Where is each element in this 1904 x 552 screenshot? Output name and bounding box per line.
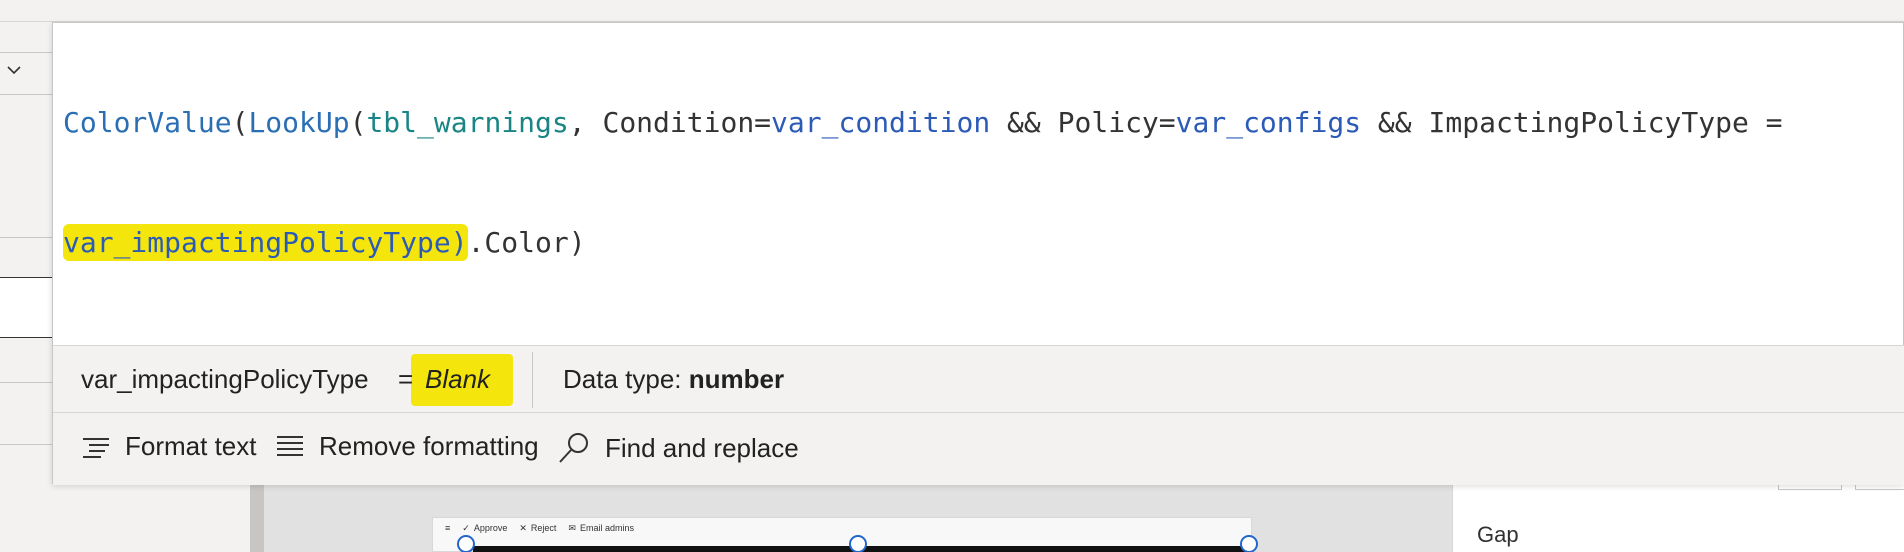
divider	[0, 277, 52, 278]
format-text-button[interactable]: Format text	[81, 431, 256, 462]
resize-handle[interactable]	[457, 535, 475, 552]
formula-token: && ImpactingPolicyType =	[1361, 106, 1783, 139]
mail-icon: ✉	[568, 522, 576, 533]
chevron-down-icon[interactable]	[6, 62, 22, 78]
remove-formatting-button[interactable]: Remove formatting	[275, 431, 539, 462]
scrollbar[interactable]	[250, 484, 264, 552]
approve-label: Approve	[473, 523, 508, 533]
formula-info-bar: var_impactingPolicyType Blank = Data typ…	[53, 345, 1904, 413]
formula-token: (	[231, 106, 249, 139]
find-and-replace-label: Find and replace	[605, 432, 799, 463]
hamburger-icon: ≡	[445, 523, 451, 533]
formula-input[interactable]: ColorValue(LookUp(tbl_warnings, Conditio…	[63, 23, 1893, 343]
divider	[0, 444, 52, 445]
find-and-replace-button[interactable]: Find and replace	[557, 431, 799, 465]
format-text-icon	[83, 437, 109, 458]
data-type-value: number	[688, 364, 785, 394]
value-highlight: Blank	[411, 354, 513, 406]
remove-formatting-label: Remove formatting	[319, 431, 539, 461]
formula-token: LookUp	[248, 106, 350, 139]
gap-label: Gap	[1477, 522, 1519, 547]
formula-line-1: ColorValue(LookUp(tbl_warnings, Conditio…	[63, 103, 1893, 143]
format-text-label: Format text	[125, 431, 257, 461]
formula-editor[interactable]: ColorValue(LookUp(tbl_warnings, Conditio…	[52, 22, 1904, 485]
variable-value: Blank	[425, 364, 491, 394]
resize-handle[interactable]	[849, 535, 867, 552]
panel-field[interactable]	[0, 277, 52, 337]
highlighted-token: var_impactingPolicyType)	[63, 224, 468, 261]
divider	[0, 382, 52, 383]
resize-handle[interactable]	[1240, 535, 1258, 552]
formula-line-2: var_impactingPolicyType).Color)	[63, 223, 1893, 263]
reject-label: Reject	[530, 523, 557, 533]
check-icon: ✓	[462, 522, 470, 533]
divider	[0, 337, 52, 338]
divider	[532, 352, 533, 408]
left-panel-strip	[0, 22, 52, 552]
formula-token: var_configs	[1175, 106, 1362, 139]
data-type: Data type: number	[563, 364, 784, 395]
divider	[0, 94, 52, 95]
canvas-screen-preview[interactable]: ≡ ✓ Approve ✕ Reject ✉ Email admins	[432, 517, 1253, 552]
variable-name: var_impactingPolicyType	[81, 364, 369, 394]
top-bar	[0, 0, 1904, 22]
formula-token: , Condition=	[568, 106, 772, 139]
formula-token: (	[349, 106, 367, 139]
formula-token: var_condition	[771, 106, 991, 139]
search-icon	[559, 433, 588, 463]
remove-formatting-icon	[277, 435, 303, 456]
email-admins-label: Email admins	[579, 523, 634, 533]
formula-token: .Color)	[467, 226, 586, 259]
data-type-label: Data type:	[563, 364, 682, 394]
close-icon: ✕	[519, 522, 527, 533]
formula-token: && Policy=	[990, 106, 1176, 139]
preview-approve[interactable]: ✓ Approve	[462, 523, 507, 534]
formula-toolbar: Format text Remove formatting Find and r…	[53, 413, 1904, 485]
properties-panel: Gap	[1452, 484, 1904, 552]
preview-email-admins[interactable]: ✉ Email admins	[568, 523, 634, 534]
formula-token: tbl_warnings	[366, 106, 569, 139]
equals-sign: =	[398, 364, 414, 394]
divider	[0, 237, 52, 238]
divider	[0, 52, 52, 53]
formula-token: ColorValue	[63, 106, 232, 139]
preview-reject[interactable]: ✕ Reject	[519, 523, 556, 534]
